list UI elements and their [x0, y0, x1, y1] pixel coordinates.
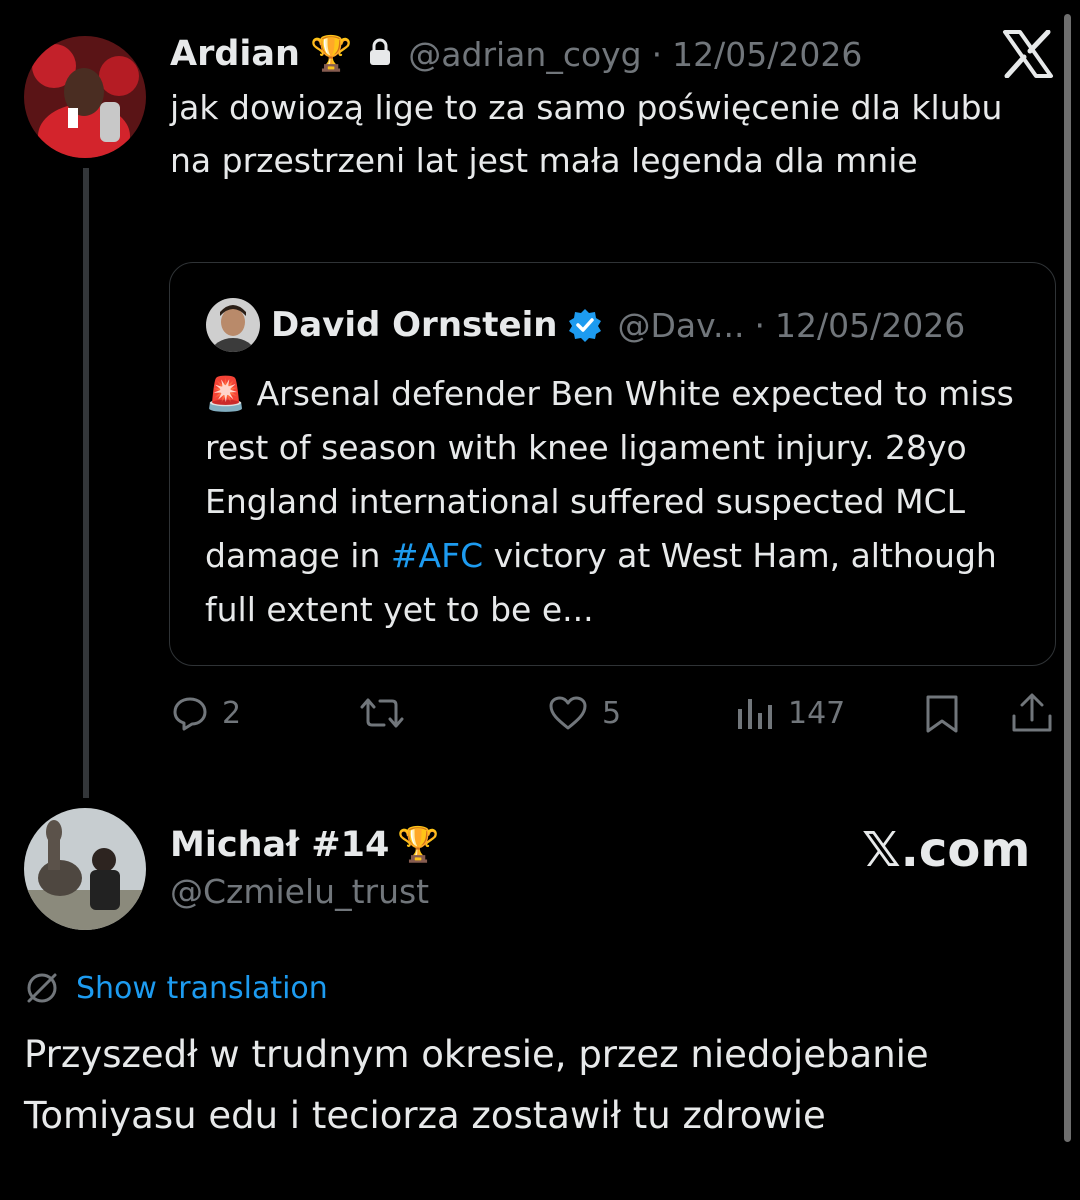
quote-text: 🚨 Arsenal defender Ben White expected to… [205, 367, 1035, 637]
author-handle[interactable]: @Czmielu_trust [170, 872, 429, 911]
share-button[interactable] [1010, 692, 1054, 734]
trophy-icon: 🏆 [397, 825, 440, 865]
tweet2-text: Przyszedł w trudnym okresie, przez niedo… [24, 1033, 929, 1137]
show-translation-label: Show translation [76, 970, 328, 1006]
verified-badge-icon [567, 307, 603, 343]
views-count: 147 [788, 695, 846, 731]
tweet-header: Ardian 🏆 @adrian_coyg · 12/05/2026 [170, 26, 862, 82]
repost-icon [360, 698, 404, 728]
trophy-icon: 🏆 [309, 34, 353, 74]
translate-off-icon [27, 973, 57, 1003]
like-count: 5 [602, 695, 622, 731]
share-icon [1012, 693, 1052, 732]
avatar-image [24, 808, 146, 930]
separator: · [754, 305, 766, 345]
quote-author-name[interactable]: David Ornstein [271, 305, 557, 345]
avatar-michal[interactable] [24, 808, 146, 930]
quote-author-handle[interactable]: @Dav... [617, 306, 744, 345]
author-name[interactable]: Michał #14 [170, 825, 389, 865]
x-logo-icon[interactable] [1002, 29, 1054, 79]
author-name[interactable]: Ardian [170, 34, 300, 74]
quote-header: David Ornstein @Dav... · 12/05/2026 [271, 299, 965, 351]
bookmark-icon [926, 695, 958, 733]
quote-date[interactable]: 12/05/2026 [775, 306, 965, 345]
repost-button[interactable] [358, 690, 406, 736]
scrollbar-thumb[interactable] [1064, 14, 1071, 1142]
author-handle[interactable]: @adrian_coyg [408, 35, 641, 74]
show-translation-link[interactable]: Show translation [24, 966, 328, 1010]
xcom-brand-logo: 𝕏.com [862, 822, 1031, 878]
like-button[interactable]: 5 [548, 690, 621, 736]
avatar-image [24, 36, 146, 158]
tweet-text: jak dowiozą lige to za samo poświęcenie … [170, 88, 1003, 180]
siren-icon: 🚨 [205, 374, 247, 413]
reply-count: 2 [222, 695, 242, 731]
lock-icon [368, 37, 392, 71]
hashtag-link[interactable]: #AFC [391, 536, 483, 575]
avatar-ardian[interactable] [24, 36, 146, 158]
tweet2-header: Michał #14 🏆 [170, 818, 440, 872]
views-button[interactable]: 147 [736, 690, 845, 736]
reply-icon [173, 697, 207, 731]
quote-tweet-card[interactable]: David Ornstein @Dav... · 12/05/2026 🚨 Ar… [169, 262, 1056, 666]
tweet-date[interactable]: 12/05/2026 [672, 35, 862, 74]
reply-button[interactable]: 2 [172, 690, 241, 736]
separator: · [651, 34, 663, 74]
heart-icon [549, 696, 587, 730]
views-icon [738, 699, 772, 729]
avatar-david-ornstein[interactable] [206, 298, 260, 352]
thread-line [83, 168, 89, 798]
bookmark-button[interactable] [922, 694, 962, 734]
avatar-image [206, 298, 260, 352]
